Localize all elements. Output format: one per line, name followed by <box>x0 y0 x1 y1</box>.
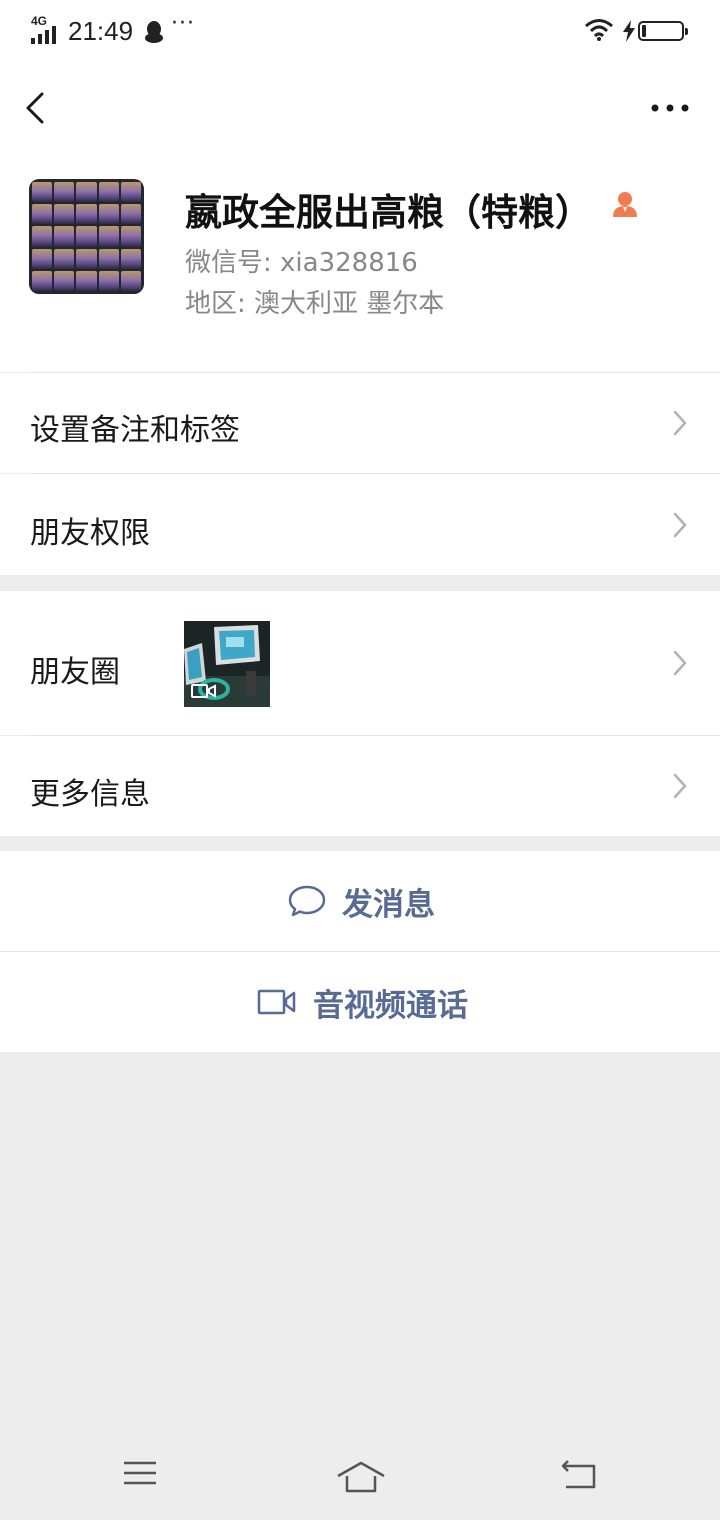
clock: 21:49 <box>68 16 134 46</box>
send-message-label: 发消息 <box>342 886 435 923</box>
moments-row[interactable]: 朋友圈 <box>0 591 720 735</box>
back-icon[interactable] <box>22 90 50 126</box>
friend-permissions-row[interactable]: 朋友权限 <box>0 474 720 575</box>
send-message-button[interactable]: 发消息 <box>0 851 720 951</box>
more-notifications: ··· <box>171 11 195 36</box>
remark-tags-label: 设置备注和标签 <box>30 413 240 448</box>
more-icon[interactable] <box>648 98 692 118</box>
wifi-icon <box>585 19 613 41</box>
home-icon[interactable] <box>336 1460 386 1494</box>
chevron-right-icon <box>673 650 687 676</box>
moments-thumbnail[interactable] <box>184 621 270 707</box>
battery-icon <box>638 21 688 41</box>
avatar[interactable] <box>29 179 144 294</box>
system-nav-bar <box>0 1430 720 1520</box>
contact-badge-icon <box>613 192 637 217</box>
chevron-right-icon <box>673 410 687 436</box>
qq-notification-icon <box>145 21 163 43</box>
top-nav <box>0 64 720 150</box>
profile-header: 嬴政全服出高粮（特粮） 微信号: xia328816 地区: 澳大利亚 墨尔本 <box>0 150 720 372</box>
charging-icon <box>623 20 635 42</box>
signal-icon <box>31 26 56 44</box>
remark-tags-row[interactable]: 设置备注和标签 <box>0 373 720 473</box>
chat-bubble-icon <box>288 885 326 917</box>
video-badge-icon <box>191 684 216 698</box>
video-call-label: 音视频通话 <box>313 987 468 1024</box>
wechat-id: 微信号: xia328816 <box>185 248 418 278</box>
region: 地区: 澳大利亚 墨尔本 <box>185 289 445 319</box>
video-call-button[interactable]: 音视频通话 <box>0 952 720 1052</box>
chevron-right-icon <box>673 512 687 538</box>
display-name: 嬴政全服出高粮（特粮） <box>185 191 592 234</box>
chevron-right-icon <box>673 773 687 799</box>
return-icon[interactable] <box>560 1458 598 1490</box>
video-camera-icon <box>257 989 296 1015</box>
status-bar: 4G 21:49 ··· <box>0 0 720 64</box>
more-info-label: 更多信息 <box>30 777 150 812</box>
more-info-row[interactable]: 更多信息 <box>0 736 720 836</box>
friend-permissions-label: 朋友权限 <box>30 516 150 551</box>
menu-icon[interactable] <box>122 1458 158 1488</box>
moments-label: 朋友圈 <box>30 655 120 690</box>
